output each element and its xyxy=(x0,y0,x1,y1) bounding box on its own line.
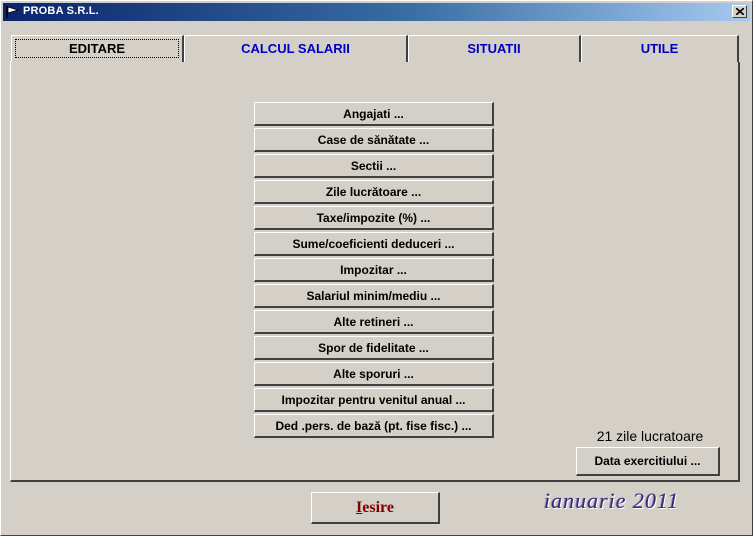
sectii-button[interactable]: Sectii ... xyxy=(254,154,494,178)
close-button[interactable] xyxy=(732,5,747,18)
working-days-label: 21 zile lucratoare xyxy=(596,428,704,444)
tab-label: UTILE xyxy=(640,41,679,56)
data-exercitiului-button[interactable]: Data exercitiului ... xyxy=(576,447,720,476)
period-label: ianuarie 2011 xyxy=(544,488,680,513)
exit-button[interactable]: Iesire xyxy=(311,492,440,524)
angajati-button[interactable]: Angajati ... xyxy=(254,102,494,126)
tab-utile[interactable]: UTILE xyxy=(581,35,739,62)
tab-calcul-salarii[interactable]: CALCUL SALARII xyxy=(184,35,408,62)
impozitar-venit-anual-button[interactable]: Impozitar pentru venitul anual ... xyxy=(254,388,494,412)
flag-icon xyxy=(6,6,20,18)
taxe-impozite-button[interactable]: Taxe/impozite (%) ... xyxy=(254,206,494,230)
tab-label: SITUATII xyxy=(467,41,521,56)
sume-coeficienti-button[interactable]: Sume/coeficienti deduceri ... xyxy=(254,232,494,256)
focus-rect xyxy=(15,39,179,58)
exit-label: esire xyxy=(362,499,394,516)
tab-strip: EDITARE CALCUL SALARII SITUATII UTILE xyxy=(11,35,741,62)
close-icon xyxy=(736,8,744,15)
window-title: PROBA S.R.L. xyxy=(23,5,99,17)
alte-sporuri-button[interactable]: Alte sporuri ... xyxy=(254,362,494,386)
tab-editare[interactable]: EDITARE xyxy=(11,35,184,62)
alte-retineri-button[interactable]: Alte retineri ... xyxy=(254,310,494,334)
case-sanatate-button[interactable]: Case de sănătate ... xyxy=(254,128,494,152)
salariul-minim-button[interactable]: Salariul minim/mediu ... xyxy=(254,284,494,308)
title-bar: PROBA S.R.L. xyxy=(3,3,750,21)
deducere-personala-button[interactable]: Ded .pers. de bază (pt. fise fisc.) ... xyxy=(254,414,494,438)
zile-lucratoare-button[interactable]: Zile lucrătoare ... xyxy=(254,180,494,204)
spor-fidelitate-button[interactable]: Spor de fidelitate ... xyxy=(254,336,494,360)
tab-label: CALCUL SALARII xyxy=(241,41,350,56)
tab-situatii[interactable]: SITUATII xyxy=(408,35,581,62)
impozitar-button[interactable]: Impozitar ... xyxy=(254,258,494,282)
